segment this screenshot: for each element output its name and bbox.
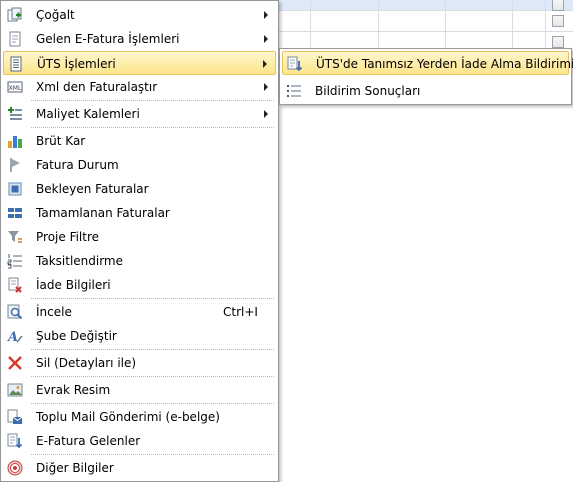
menu-item-label: İncele [36, 305, 72, 319]
menu-item-label: İade Bilgileri [36, 278, 111, 292]
square-icon [7, 181, 23, 197]
menu-item-label: Gelen E-Fatura İşlemleri [36, 32, 180, 46]
menu-item-label: Xml den Faturalaştır [36, 80, 158, 94]
menu-separator [31, 298, 274, 299]
submenu-arrow-icon [264, 11, 268, 19]
menu-item-efatura-gelenler[interactable]: E-Fatura Gelenler [3, 429, 276, 453]
menu-item-proje-filtre[interactable]: Proje Filtre [3, 225, 276, 249]
menu-item-diger-bilgiler[interactable]: Diğer Bilgiler [3, 456, 276, 480]
bar-chart-icon [7, 133, 23, 149]
menu-item-label: Fatura Durum [36, 158, 119, 172]
menu-item-shortcut: Ctrl+I [223, 305, 258, 319]
menu-item-gelen-efatura[interactable]: Gelen E-Fatura İşlemleri [3, 27, 276, 51]
submenu-arrow-icon [264, 83, 268, 91]
submenu-arrow-icon [264, 110, 268, 118]
grid-icon [7, 205, 23, 221]
flag-icon [7, 157, 23, 173]
svg-text:A: A [7, 330, 18, 344]
menu-item-label: Proje Filtre [36, 230, 100, 244]
document-download-icon [7, 433, 23, 449]
menu-separator [31, 100, 274, 101]
menu-item-label: Şube Değiştir [36, 329, 117, 343]
context-menu: Çoğalt Gelen E-Fatura İşlemleri ÜTS İşle… [0, 0, 279, 482]
menu-item-label: Brüt Kar [36, 134, 86, 148]
add-list-icon [7, 106, 23, 122]
image-icon [7, 382, 23, 398]
menu-item-label: Taksitlendirme [36, 254, 124, 268]
magnifier-icon [7, 304, 23, 320]
menu-item-label: Maliyet Kalemleri [36, 107, 140, 121]
menu-item-toplu-mail[interactable]: Toplu Mail Gönderimi (e-belge) [3, 405, 276, 429]
xml-icon: XML [7, 79, 23, 95]
submenu-item-iade-alma-bildirimi[interactable]: ÜTS'de Tanımsız Yerden İade Alma Bildiri… [282, 51, 573, 75]
menu-item-incele[interactable]: İncele Ctrl+I [3, 300, 276, 324]
menu-item-tamamlanan-faturalar[interactable]: Tamamlanan Faturalar [3, 201, 276, 225]
grid-row-line [278, 31, 573, 32]
menu-item-label: Bildirim Sonuçları [315, 84, 421, 98]
menu-item-label: Evrak Resim [36, 383, 111, 397]
menu-item-evrak-resim[interactable]: Evrak Resim [3, 378, 276, 402]
menu-item-iade-bilgileri[interactable]: İade Bilgileri [3, 273, 276, 297]
menu-item-label: Bekleyen Faturalar [36, 182, 149, 196]
menu-separator [31, 349, 274, 350]
menu-item-taksitlendirme[interactable]: Taksitlendirme [3, 249, 276, 273]
menu-item-label: ÜTS İşlemleri [37, 57, 116, 71]
menu-item-xml-faturalastir[interactable]: XML Xml den Faturalaştır [3, 75, 276, 99]
menu-item-label: Çoğalt [36, 8, 75, 22]
menu-item-label: ÜTS'de Tanımsız Yerden İade Alma Bildiri… [316, 57, 573, 71]
grid-column-line [545, 0, 546, 52]
filter-icon [7, 229, 23, 245]
row-checkbox[interactable] [552, 0, 564, 11]
row-checkbox[interactable] [552, 36, 564, 48]
submenu-arrow-icon [263, 60, 267, 68]
document-list-icon [8, 56, 24, 72]
menu-item-cogalt[interactable]: Çoğalt [3, 3, 276, 27]
delete-icon [7, 355, 23, 371]
menu-item-label: Sil (Detayları ile) [36, 356, 137, 370]
menu-item-label: Tamamlanan Faturalar [36, 206, 170, 220]
grid-column-line [310, 0, 311, 52]
bullet-list-icon [286, 83, 302, 99]
menu-separator [31, 127, 274, 128]
menu-item-sil[interactable]: Sil (Detayları ile) [3, 351, 276, 375]
menu-item-uts-islemleri[interactable]: ÜTS İşlemleri [3, 51, 276, 75]
menu-separator [31, 376, 274, 377]
menu-item-label: Toplu Mail Gönderimi (e-belge) [36, 410, 220, 424]
menu-separator [31, 454, 274, 455]
menu-separator [31, 403, 274, 404]
menu-item-label: E-Fatura Gelenler [36, 434, 141, 448]
menu-item-maliyet-kalemleri[interactable]: Maliyet Kalemleri [3, 102, 276, 126]
menu-item-fatura-durum[interactable]: Fatura Durum [3, 153, 276, 177]
menu-item-bekleyen-faturalar[interactable]: Bekleyen Faturalar [3, 177, 276, 201]
grid-column-line [512, 0, 513, 52]
document-delete-icon [7, 277, 23, 293]
mail-document-icon [7, 409, 23, 425]
document-download-icon [287, 56, 303, 72]
uts-submenu: ÜTS'de Tanımsız Yerden İade Alma Bildiri… [279, 48, 573, 105]
document-icon [7, 31, 23, 47]
numbered-list-icon [7, 253, 23, 269]
menu-item-brut-kar[interactable]: Brüt Kar [3, 129, 276, 153]
grid-row-line [278, 10, 573, 11]
duplicate-icon [7, 7, 23, 23]
row-checkbox[interactable] [552, 15, 564, 27]
menu-item-sube-degistir[interactable]: A Şube Değiştir [3, 324, 276, 348]
svg-text:XML: XML [9, 85, 22, 92]
target-icon [7, 460, 23, 476]
grid-selected-row [278, 0, 573, 10]
font-edit-icon: A [7, 328, 23, 344]
menu-item-label: Diğer Bilgiler [36, 461, 114, 475]
submenu-item-bildirim-sonuclari[interactable]: Bildirim Sonuçları [282, 79, 569, 103]
submenu-arrow-icon [264, 35, 268, 43]
grid-column-line [378, 0, 379, 52]
grid-column-line [445, 0, 446, 52]
